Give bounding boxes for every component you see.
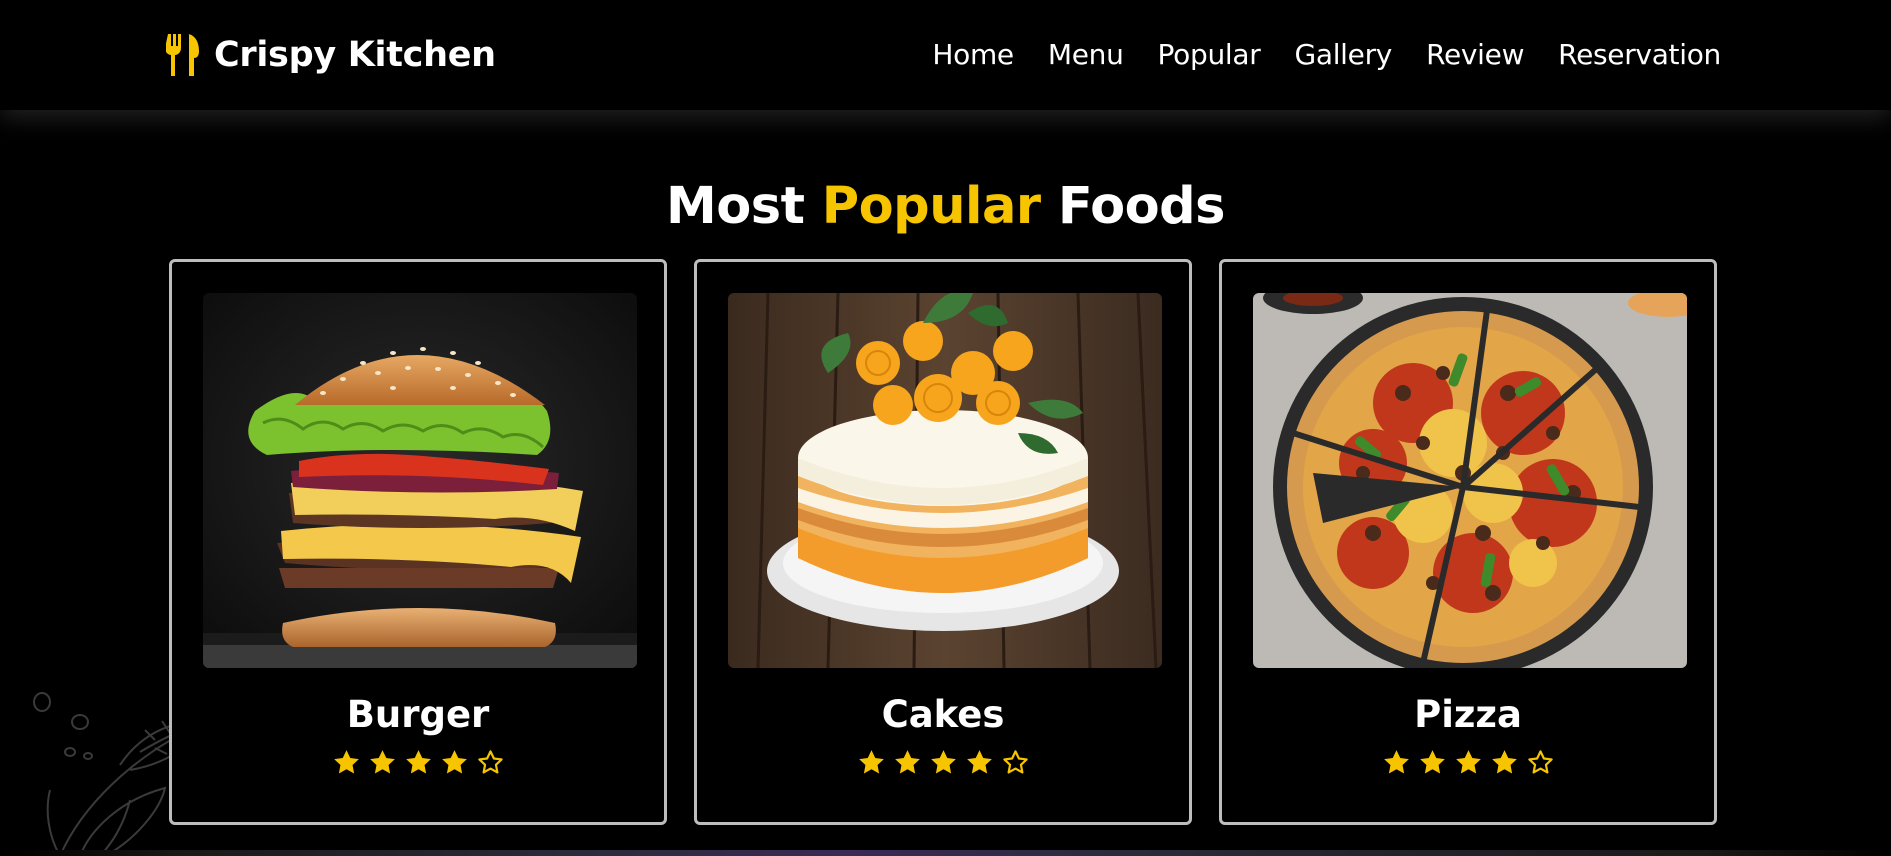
- nav-link-review[interactable]: Review: [1426, 38, 1524, 71]
- food-card-cakes[interactable]: Cakes: [694, 259, 1192, 825]
- star-empty-icon: [1002, 750, 1028, 774]
- burger-photo: [203, 293, 637, 668]
- food-name: Pizza: [1414, 693, 1522, 736]
- star-filled-icon: [966, 750, 992, 774]
- nav-item-home: Home: [932, 36, 1014, 74]
- nav-item-popular: Popular: [1158, 36, 1261, 74]
- nav-link-menu[interactable]: Menu: [1048, 38, 1124, 71]
- star-filled-icon: [441, 750, 467, 774]
- section-title: Most Popular Foods: [0, 172, 1891, 242]
- food-card-burger[interactable]: Burger: [169, 259, 667, 825]
- nav-item-review: Review: [1426, 36, 1524, 74]
- star-filled-icon: [1455, 750, 1481, 774]
- pizza-photo: [1253, 293, 1687, 668]
- navbar: Crispy Kitchen Home Menu Popular Gallery…: [0, 0, 1891, 110]
- star-empty-icon: [1527, 750, 1553, 774]
- nav-link-reservation[interactable]: Reservation: [1558, 38, 1721, 71]
- brand-name: Crispy Kitchen: [214, 35, 496, 75]
- nav-item-gallery: Gallery: [1294, 36, 1392, 74]
- next-section-edge: [0, 850, 1891, 856]
- food-card-pizza[interactable]: Pizza: [1219, 259, 1717, 825]
- star-filled-icon: [1383, 750, 1409, 774]
- cake-photo: [728, 293, 1162, 668]
- food-name: Cakes: [881, 693, 1005, 736]
- nav-link-home[interactable]: Home: [932, 38, 1014, 71]
- nav-item-menu: Menu: [1048, 36, 1124, 74]
- star-empty-icon: [477, 750, 503, 774]
- utensils-icon: [166, 34, 199, 76]
- star-filled-icon: [369, 750, 395, 774]
- nav-menu: Home Menu Popular Gallery Review Reserva…: [932, 36, 1721, 74]
- star-filled-icon: [858, 750, 884, 774]
- title-suffix: Foods: [1057, 177, 1226, 236]
- star-filled-icon: [405, 750, 431, 774]
- star-rating: [1222, 748, 1714, 777]
- title-highlight: Popular: [821, 177, 1041, 236]
- nav-link-popular[interactable]: Popular: [1158, 38, 1261, 71]
- nav-item-reservation: Reservation: [1558, 36, 1721, 74]
- star-filled-icon: [930, 750, 956, 774]
- star-rating: [697, 748, 1189, 777]
- star-filled-icon: [1491, 750, 1517, 774]
- star-rating: [172, 748, 664, 777]
- brand-logo-link[interactable]: Crispy Kitchen: [166, 32, 496, 78]
- star-filled-icon: [894, 750, 920, 774]
- star-filled-icon: [333, 750, 359, 774]
- nav-link-gallery[interactable]: Gallery: [1294, 38, 1392, 71]
- food-name: Burger: [346, 693, 490, 736]
- title-prefix: Most: [665, 177, 805, 236]
- star-filled-icon: [1419, 750, 1445, 774]
